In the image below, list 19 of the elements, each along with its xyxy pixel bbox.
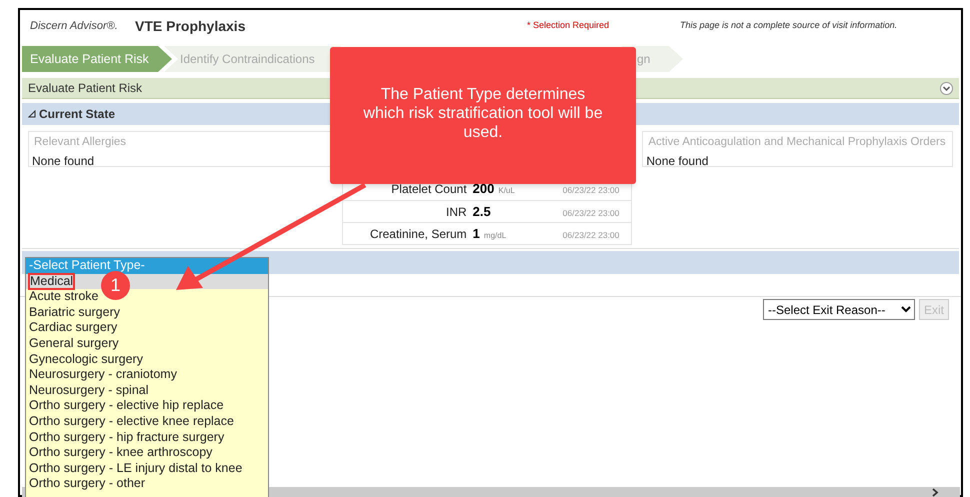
lab-name: Platelet Count	[390, 181, 468, 198]
fieldset-value: None found	[646, 153, 710, 170]
lab-unit: K/uL	[498, 185, 515, 198]
lab-time: 06/23/22 23:00	[562, 184, 620, 197]
lab-unit: mg/dL	[484, 230, 506, 242]
lab-name: INR	[445, 204, 468, 220]
fieldset-value: None found	[32, 153, 96, 170]
app-brand: Discern Advisor®.	[30, 18, 119, 34]
lab-time: 06/23/22 23:00	[562, 228, 620, 242]
required-note: * Selection Required	[527, 19, 610, 32]
lab-value: 1	[472, 224, 480, 243]
section-title: Current State	[39, 106, 116, 123]
lab-value: 2.5	[472, 202, 491, 221]
lab-name: Creatinine, Serum	[368, 226, 468, 242]
section-title: Evaluate Patient Risk	[28, 80, 142, 97]
page-title: VTE Prophylaxis	[135, 16, 246, 36]
disclaimer-text: This page is not a complete source of visit information.	[680, 19, 898, 32]
lab-time: 06/23/22 23:00	[562, 206, 620, 220]
annotation-tooltip: The Patient Type determines which risk stratification tool will be used.	[330, 47, 636, 184]
